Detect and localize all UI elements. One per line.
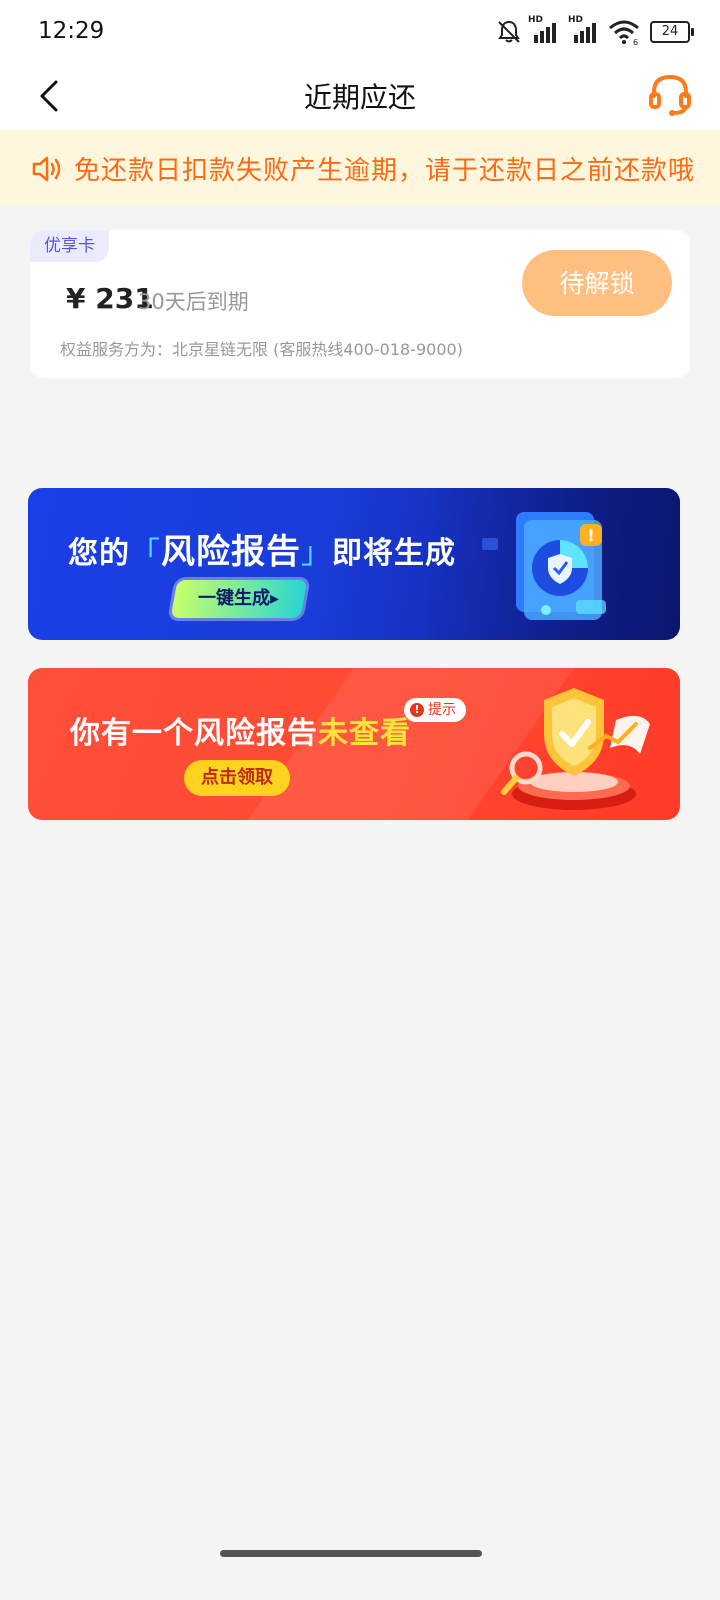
card-tag: 优享卡 (30, 230, 109, 262)
banner-unviewed-prefix: 你有一个风险报告 (70, 716, 318, 751)
status-bar: 12:29 HD HD 6 24 (0, 0, 720, 62)
play-arrow-icon: ▸ (270, 588, 280, 609)
notice-marquee: 免还款日扣款失败产生逾期，请于还款日之前还款哦 (0, 130, 720, 206)
hint-badge-label: 提示 (428, 702, 456, 718)
risk-report-generate-banner[interactable]: 您的「风险报告」即将生成 一键生成 ▸ ! (28, 488, 680, 640)
hd-signal-icon-2: HD (568, 15, 602, 45)
home-indicator[interactable] (220, 1550, 482, 1557)
mute-bell-icon (498, 20, 520, 43)
risk-report-unviewed-banner[interactable]: 你有一个风险报告未查看 ! 提示 点击领取 (28, 668, 680, 820)
svg-text:!: ! (587, 526, 594, 545)
banner-generate-prefix: 您的 (68, 536, 130, 571)
card-provider: 权益服务方为：北京星链无限 (客服热线400-018-9000) (60, 340, 463, 359)
report-document-illustration: ! (482, 512, 606, 620)
notice-text: 免还款日扣款失败产生逾期，请于还款日之前还款哦 (74, 156, 696, 186)
hd-signal-icon-1: HD (528, 15, 562, 45)
card-due-text: 30天后到期 (138, 290, 249, 314)
svg-text:6: 6 (633, 38, 638, 45)
shield-trophy-illustration (501, 688, 650, 810)
quote-open: 「 (130, 536, 161, 571)
repayment-card: 优享卡 ¥ 231 30天后到期 权益服务方为：北京星链无限 (客服热线400-… (30, 230, 690, 378)
speaker-icon (32, 156, 61, 182)
unlock-button[interactable]: 待解锁 (522, 250, 672, 316)
customer-service-button[interactable] (646, 70, 694, 118)
status-icons: HD HD 6 24 (496, 15, 694, 46)
quote-close: 」 (301, 536, 332, 571)
wifi-icon: 6 (609, 20, 639, 45)
status-time: 12:29 (38, 18, 105, 44)
battery-icon: 24 (650, 21, 694, 43)
claim-button[interactable]: 点击领取 (184, 760, 290, 796)
generate-button-label: 一键生成 (198, 588, 271, 609)
nav-bar: 近期应还 (0, 62, 720, 130)
hint-badge: ! 提示 (404, 698, 466, 722)
banner-generate-title: 您的「风险报告」即将生成 (68, 524, 456, 573)
banner-unviewed-title: 你有一个风险报告未查看 (70, 708, 411, 752)
generate-button[interactable]: 一键生成 ▸ (170, 580, 308, 618)
banner-generate-highlight: 风险报告 (161, 532, 301, 572)
banner-unviewed-highlight: 未查看 (318, 716, 411, 751)
headset-icon (649, 74, 691, 116)
banner-generate-suffix: 即将生成 (332, 536, 456, 571)
alert-icon: ! (410, 703, 424, 717)
notice-fade (690, 130, 720, 206)
page-title: 近期应还 (303, 81, 416, 114)
